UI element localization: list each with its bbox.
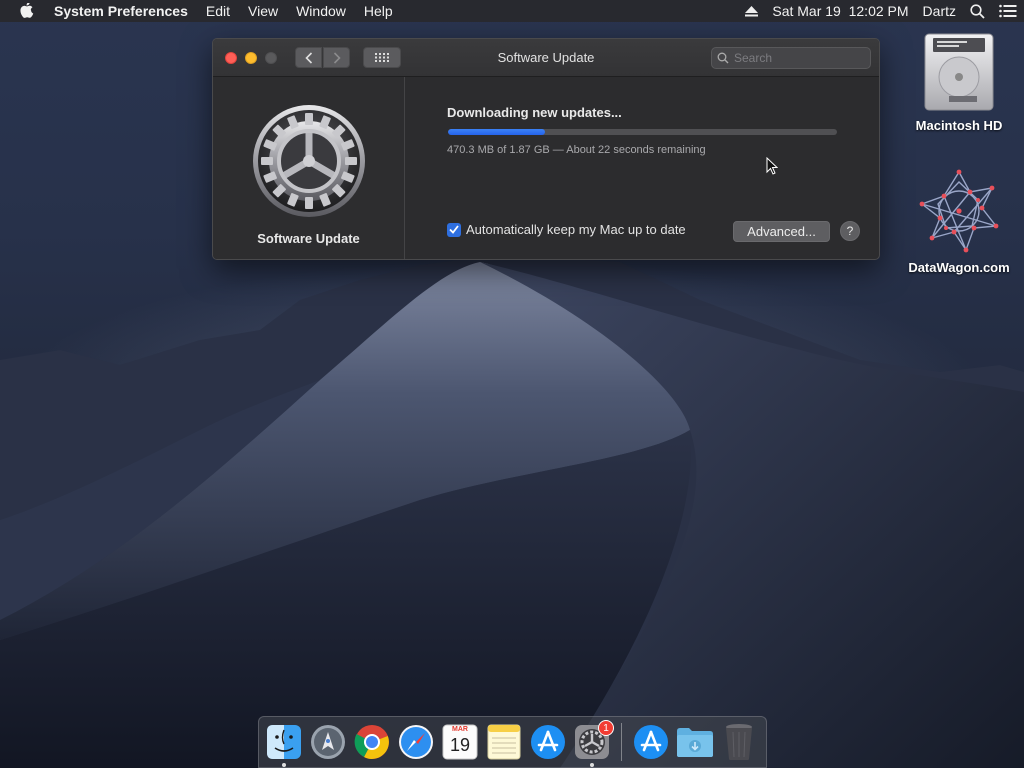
- app-store-icon: [634, 725, 668, 759]
- desktop-icon-label: Macintosh HD: [915, 118, 1003, 133]
- dock-chrome[interactable]: [353, 723, 391, 761]
- download-detail-text: 470.3 MB of 1.87 GB — About 22 seconds r…: [447, 144, 706, 156]
- desktop-icon-label: DataWagon.com: [908, 260, 1010, 275]
- finder-icon: [267, 725, 301, 759]
- advanced-button[interactable]: Advanced...: [733, 221, 830, 242]
- progress-fill: [448, 129, 546, 135]
- window-titlebar[interactable]: Software Update: [213, 39, 879, 77]
- download-status-text: Downloading new updates...: [447, 105, 622, 120]
- window-controls: [225, 51, 277, 64]
- chrome-icon: [354, 725, 389, 759]
- dock-app-store-folder[interactable]: [632, 723, 670, 761]
- search-field[interactable]: [711, 47, 871, 69]
- auto-update-label[interactable]: Automatically keep my Mac up to date: [466, 222, 686, 237]
- grid-icon: [375, 53, 389, 62]
- running-indicator: [282, 763, 286, 767]
- launchpad-icon: [311, 725, 345, 759]
- software-update-window: Software Update Search Software Update D…: [212, 38, 880, 260]
- menu-view[interactable]: View: [239, 3, 287, 19]
- dock-downloads-folder[interactable]: [676, 723, 714, 761]
- desktop-icon-macintosh-hd[interactable]: Macintosh HD: [904, 32, 1014, 133]
- dock-calendar[interactable]: MAR 19: [441, 723, 479, 761]
- dock-finder[interactable]: [265, 723, 303, 767]
- menu-bar: System Preferences Edit View Window Help…: [0, 0, 1024, 22]
- dock: MAR 19 1: [258, 716, 767, 768]
- back-button[interactable]: [295, 47, 322, 68]
- dock-app-store[interactable]: [529, 723, 567, 761]
- menu-edit[interactable]: Edit: [197, 3, 239, 19]
- menu-app-name[interactable]: System Preferences: [54, 3, 197, 19]
- dock-safari[interactable]: [397, 723, 435, 761]
- checkmark-icon: [449, 225, 459, 234]
- sidebar-title: Software Update: [257, 231, 360, 246]
- dock-divider: [621, 723, 622, 761]
- notification-center-icon[interactable]: [992, 4, 1024, 18]
- dock-notes[interactable]: [485, 723, 523, 761]
- trash-icon: [726, 724, 752, 760]
- safari-icon: [399, 725, 433, 759]
- calendar-day: 19: [449, 735, 471, 755]
- forward-button[interactable]: [323, 47, 350, 68]
- show-all-button[interactable]: [363, 47, 401, 68]
- auto-update-row: Automatically keep my Mac up to date: [447, 222, 686, 237]
- minimize-button[interactable]: [245, 51, 257, 64]
- dock-launchpad[interactable]: [309, 723, 347, 761]
- menu-clock[interactable]: Sat Mar 19 12:02 PM: [765, 3, 915, 19]
- calendar-month: MAR: [452, 726, 468, 733]
- help-button[interactable]: ?: [840, 221, 860, 241]
- dock-system-preferences[interactable]: 1: [573, 720, 614, 767]
- datawagon-logo-icon: [919, 169, 999, 253]
- update-pane: Downloading new updates... 470.3 MB of 1…: [405, 77, 879, 259]
- notification-badge: 1: [598, 720, 614, 736]
- chevron-left-icon: [304, 51, 312, 64]
- eject-icon[interactable]: [738, 5, 765, 17]
- software-update-gear-icon: [251, 103, 367, 219]
- spotlight-search-icon[interactable]: [963, 3, 992, 19]
- running-indicator: [590, 763, 594, 767]
- notes-icon: [487, 724, 521, 760]
- sidebar-panel: Software Update: [213, 77, 405, 259]
- close-button[interactable]: [225, 51, 237, 64]
- hard-drive-icon: [924, 33, 994, 111]
- menu-user[interactable]: Dartz: [916, 3, 963, 19]
- dock-trash[interactable]: [720, 723, 758, 761]
- search-input[interactable]: [734, 51, 854, 65]
- chevron-right-icon: [333, 51, 341, 64]
- zoom-button[interactable]: [265, 51, 277, 64]
- search-icon: [717, 52, 729, 64]
- nav-buttons: [295, 47, 350, 68]
- downloads-folder-icon: [677, 728, 713, 757]
- mouse-cursor-icon: [766, 156, 779, 180]
- auto-update-checkbox[interactable]: [447, 222, 461, 237]
- apple-menu-icon[interactable]: [0, 3, 54, 19]
- menu-window[interactable]: Window: [287, 3, 355, 19]
- menu-help[interactable]: Help: [355, 3, 402, 19]
- download-progress-bar: [448, 129, 837, 135]
- app-store-icon: [531, 725, 565, 759]
- desktop-icon-datawagon[interactable]: DataWagon.com: [904, 168, 1014, 275]
